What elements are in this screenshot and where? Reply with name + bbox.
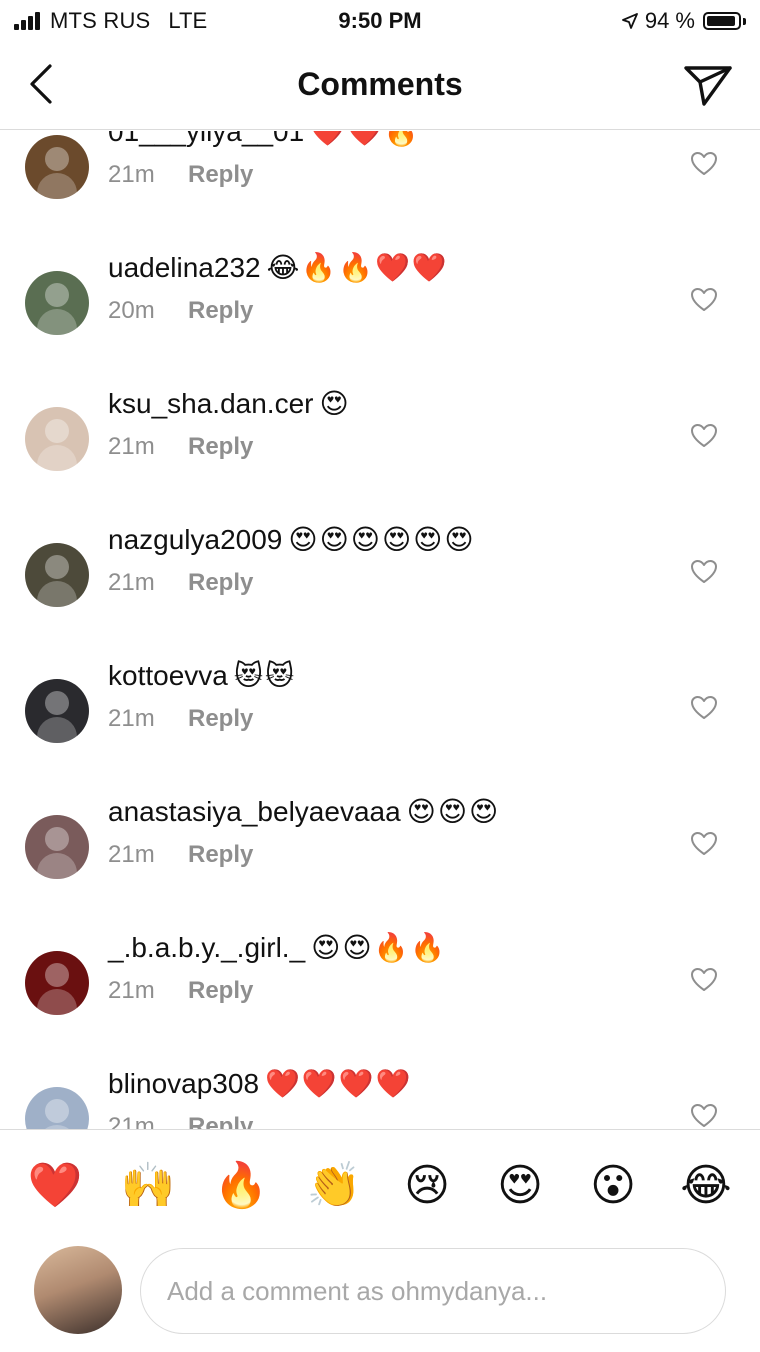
comment-timestamp: 21m	[108, 1113, 155, 1129]
current-user-avatar	[34, 1246, 122, 1334]
comment-username[interactable]: blinovap308	[108, 1068, 259, 1099]
comment-emojis: 😍😍🔥🔥	[311, 932, 448, 963]
share-button[interactable]	[682, 60, 734, 110]
comment-username[interactable]: ksu_sha.dan.cer	[108, 388, 313, 419]
like-heart-icon[interactable]	[690, 151, 718, 177]
comment-username[interactable]: uadelina232	[108, 252, 261, 283]
comment-username[interactable]: nazgulya2009	[108, 524, 282, 555]
battery-tip	[743, 17, 746, 25]
reply-button[interactable]: Reply	[188, 977, 253, 1004]
comments-list[interactable]: 01___yliya__01 ❤️❤️🔥 21m Reply uadelina232 😂🔥…	[0, 131, 760, 1129]
status-right: 94 %	[621, 8, 746, 34]
comment-text: uadelina232 😂🔥🔥❤️❤️	[108, 251, 449, 284]
comment-meta: 21m Reply	[108, 433, 253, 461]
comment-row: blinovap308 ❤️❤️❤️❤️ 21m Reply	[0, 1057, 760, 1129]
avatar[interactable]	[25, 407, 89, 471]
paper-plane-icon	[684, 66, 732, 106]
page-title: Comments	[297, 66, 463, 102]
avatar[interactable]	[25, 1087, 89, 1129]
comment-username[interactable]: kottoevva	[108, 660, 228, 691]
comment-text: anastasiya_belyaevaaa 😍😍😍	[108, 795, 500, 828]
like-heart-icon[interactable]	[690, 559, 718, 585]
like-heart-icon[interactable]	[690, 1103, 718, 1129]
comment-timestamp: 21m	[108, 569, 155, 596]
comment-timestamp: 21m	[108, 841, 155, 868]
like-heart-icon[interactable]	[690, 695, 718, 721]
quick-reaction-bar: ❤️ 🙌 🔥 👏 😢 😍 😮 😂	[0, 1130, 760, 1240]
comment-emojis: ❤️❤️❤️❤️	[265, 1068, 413, 1099]
comment-row: anastasiya_belyaevaaa 😍😍😍 21m Reply	[0, 785, 760, 921]
battery-percentage: 94 %	[644, 8, 695, 33]
comment-row: ksu_sha.dan.cer 😍 21m Reply	[0, 377, 760, 513]
comment-username[interactable]: 01___yliya__01	[108, 131, 304, 147]
reaction-surprised-button[interactable]: 😮	[585, 1158, 641, 1214]
comment-username[interactable]: _.b.a.b.y._.girl._	[108, 932, 305, 963]
comment-row: kottoevva 😻😻 21m Reply	[0, 649, 760, 785]
comment-text: nazgulya2009 😍😍😍😍😍😍	[108, 523, 476, 556]
avatar[interactable]	[25, 271, 89, 335]
comment-timestamp: 21m	[108, 705, 155, 732]
reaction-raised-hands-button[interactable]: 🙌	[120, 1158, 176, 1214]
comment-meta: 21m Reply	[108, 1113, 253, 1129]
comment-username[interactable]: anastasiya_belyaevaaa	[108, 796, 401, 827]
reaction-heart-eyes-button[interactable]: 😍	[492, 1158, 548, 1214]
comment-timestamp: 21m	[108, 161, 155, 188]
reply-button[interactable]: Reply	[188, 297, 253, 324]
reaction-clap-button[interactable]: 👏	[306, 1158, 362, 1214]
comment-composer	[0, 1240, 760, 1352]
battery-icon	[703, 12, 741, 30]
comment-text: kottoevva 😻😻	[108, 659, 296, 692]
location-arrow-icon	[621, 13, 638, 29]
comment-row: _.b.a.b.y._.girl._ 😍😍🔥🔥 21m Reply	[0, 921, 760, 1057]
comment-emojis: ❤️❤️🔥	[310, 131, 421, 147]
reaction-laughing-button[interactable]: 😂	[678, 1158, 734, 1214]
header: Comments	[0, 44, 760, 130]
reply-button[interactable]: Reply	[188, 433, 253, 460]
comment-text: ksu_sha.dan.cer 😍	[108, 387, 351, 420]
like-heart-icon[interactable]	[690, 967, 718, 993]
avatar[interactable]	[25, 951, 89, 1015]
reaction-heart-button[interactable]: ❤️	[27, 1158, 83, 1214]
comment-meta: 21m Reply	[108, 841, 253, 869]
like-heart-icon[interactable]	[690, 831, 718, 857]
comment-row: 01___yliya__01 ❤️❤️🔥 21m Reply	[0, 131, 760, 241]
reaction-fire-button[interactable]: 🔥	[213, 1158, 269, 1214]
comment-emojis: 😍	[319, 388, 351, 419]
comment-timestamp: 20m	[108, 297, 155, 324]
comment-meta: 21m Reply	[108, 569, 253, 597]
avatar[interactable]	[25, 679, 89, 743]
avatar[interactable]	[25, 543, 89, 607]
comment-meta: 20m Reply	[108, 297, 253, 325]
comment-emojis: 😍😍😍😍😍😍	[288, 524, 476, 555]
comment-row: nazgulya2009 😍😍😍😍😍😍 21m Reply	[0, 513, 760, 649]
comment-text: 01___yliya__01 ❤️❤️🔥	[108, 131, 421, 148]
like-heart-icon[interactable]	[690, 287, 718, 313]
comment-row: uadelina232 😂🔥🔥❤️❤️ 20m Reply	[0, 241, 760, 377]
comment-emojis: 😍😍😍	[406, 796, 501, 827]
comment-timestamp: 21m	[108, 977, 155, 1004]
comment-text: blinovap308 ❤️❤️❤️❤️	[108, 1067, 412, 1100]
comment-emojis: 😻😻	[233, 660, 297, 691]
avatar[interactable]	[25, 135, 89, 199]
reply-button[interactable]: Reply	[188, 1113, 253, 1129]
like-heart-icon[interactable]	[690, 423, 718, 449]
comment-emojis: 😂🔥🔥❤️❤️	[266, 252, 449, 283]
comment-timestamp: 21m	[108, 433, 155, 460]
comment-input[interactable]	[140, 1248, 726, 1334]
avatar[interactable]	[25, 815, 89, 879]
status-bar: MTS RUS LTE 9:50 PM 94 %	[0, 0, 760, 44]
comment-meta: 21m Reply	[108, 705, 253, 733]
comment-meta: 21m Reply	[108, 977, 253, 1005]
reply-button[interactable]: Reply	[188, 841, 253, 868]
reply-button[interactable]: Reply	[188, 569, 253, 596]
comment-meta: 21m Reply	[108, 161, 253, 189]
battery-level-fill	[707, 16, 735, 26]
reaction-crying-button[interactable]: 😢	[399, 1158, 455, 1214]
comment-text: _.b.a.b.y._.girl._ 😍😍🔥🔥	[108, 931, 447, 964]
reply-button[interactable]: Reply	[188, 705, 253, 732]
reply-button[interactable]: Reply	[188, 161, 253, 188]
